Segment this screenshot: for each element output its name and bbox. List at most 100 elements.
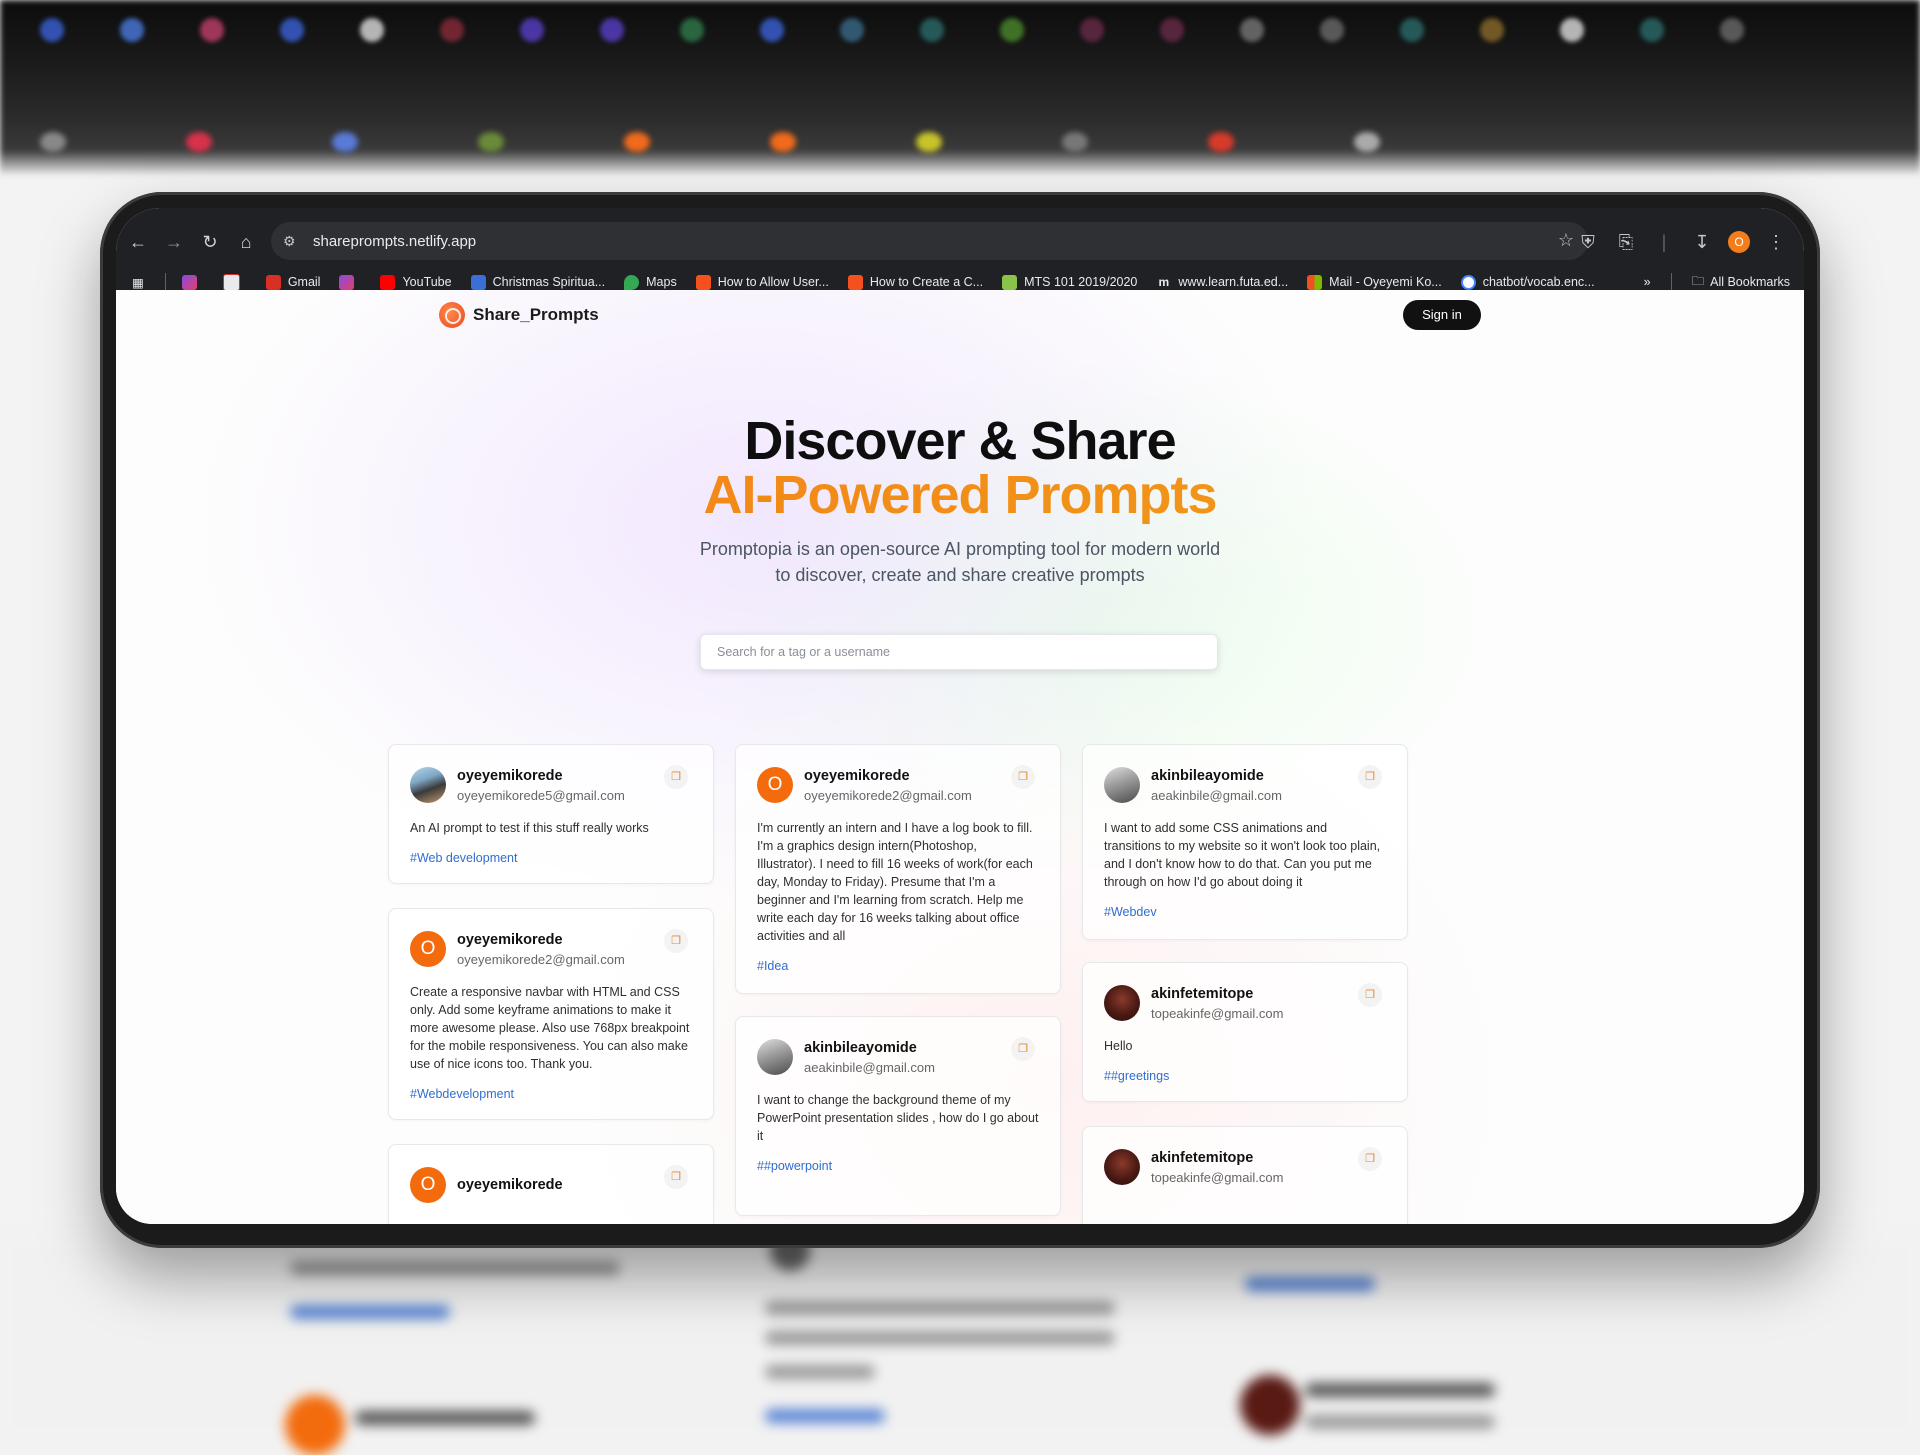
bookmark-chatbot[interactable]: chatbot/vocab.enc...	[1460, 274, 1595, 290]
brand-name: Share_Prompts	[473, 305, 599, 324]
card-prompt-text: Create a responsive navbar with HTML and…	[410, 985, 690, 1071]
avatar	[1104, 1149, 1140, 1185]
copy-icon[interactable]: ❐	[1358, 983, 1382, 1007]
avatar	[1104, 985, 1140, 1021]
card-username[interactable]: oyeyemikorede	[457, 932, 625, 948]
reload-icon[interactable]: ↻	[192, 224, 228, 260]
card-tag[interactable]: #Web development	[410, 851, 692, 865]
card-prompt-text: I want to add some CSS animations and tr…	[1104, 821, 1381, 889]
bookmark-label: www.learn.futa.ed...	[1178, 275, 1289, 289]
sign-in-button[interactable]: Sign in	[1403, 300, 1481, 330]
copy-icon[interactable]: ❐	[1011, 1037, 1035, 1061]
card-username[interactable]: akinbileayomide	[1151, 768, 1282, 784]
prompt-card[interactable]: akinfetemitope topeakinfe@gmail.com ❐ He…	[1082, 962, 1408, 1102]
card-tag[interactable]: ##powerpoint	[757, 1159, 1039, 1173]
prompt-card[interactable]: O oyeyemikorede oyeyemikorede2@gmail.com…	[735, 744, 1061, 994]
bookmark-star-icon[interactable]: ☆	[1558, 230, 1574, 251]
bookmark-futa[interactable]: m www.learn.futa.ed...	[1156, 274, 1289, 290]
card-tag[interactable]: ##greetings	[1104, 1069, 1386, 1083]
bookmarks-divider	[1670, 273, 1672, 291]
bookmark-label: chatbot/vocab.enc...	[1482, 275, 1595, 289]
prompt-card[interactable]: akinbileayomide aeakinbile@gmail.com ❐ I…	[1082, 744, 1408, 940]
copy-icon[interactable]: ❐	[664, 1165, 688, 1189]
card-tag[interactable]: #Webdev	[1104, 905, 1386, 919]
site-logo[interactable]: Share_Prompts	[439, 302, 599, 328]
profile-avatar[interactable]: O	[1728, 231, 1750, 253]
bookmark-label: How to Allow User...	[717, 275, 829, 289]
card-username[interactable]: oyeyemikorede	[457, 768, 625, 784]
card-email: oyeyemikorede2@gmail.com	[457, 951, 625, 967]
bookmark-label: Gmail	[287, 275, 321, 289]
back-icon[interactable]: ←	[120, 224, 156, 260]
apps-grid-icon[interactable]: ▦	[132, 275, 144, 290]
hero-heading-accent: AI-Powered Prompts	[116, 464, 1804, 526]
copy-icon[interactable]: ❐	[1358, 1147, 1382, 1171]
card-username[interactable]: akinfetemitope	[1151, 1150, 1283, 1166]
card-tag[interactable]: #Idea	[757, 959, 1039, 973]
prompt-card[interactable]: O oyeyemikorede oyeyemikorede2@gmail.com…	[388, 908, 714, 1120]
menu-dots-icon[interactable]: ⋮	[1764, 230, 1788, 254]
prompt-card[interactable]: O oyeyemikorede ❐	[388, 1144, 714, 1224]
home-icon[interactable]: ⌂	[228, 224, 264, 260]
toolbar-right: ⛨ ⎘ | ↧ O ⋮	[1576, 222, 1804, 262]
search-input[interactable]	[700, 634, 1218, 670]
copy-icon[interactable]: ❐	[1358, 765, 1382, 789]
bookmark-label: MTS 101 2019/2020	[1024, 275, 1138, 289]
bookmark-extension-icon[interactable]	[181, 274, 204, 290]
toolbar-divider: |	[1661, 232, 1667, 252]
card-prompt-text: I want to change the background theme of…	[757, 1093, 1039, 1143]
card-username[interactable]: akinbileayomide	[804, 1040, 935, 1056]
bookmark-mail[interactable]: Mail - Oyeyemi Ko...	[1307, 274, 1442, 290]
card-header: oyeyemikorede oyeyemikorede5@gmail.com ❐	[410, 765, 692, 803]
youtube-icon	[380, 274, 396, 290]
all-bookmarks-label: All Bookmarks	[1710, 275, 1790, 289]
download-icon[interactable]: ↧	[1690, 230, 1714, 254]
card-tag[interactable]: #Webdevelopment	[410, 1087, 692, 1101]
document-icon	[470, 274, 486, 290]
bookmark-create[interactable]: How to Create a C...	[847, 274, 983, 290]
more-bookmarks-icon[interactable]: »	[1644, 275, 1651, 289]
bookmark-maps[interactable]: Maps	[624, 274, 677, 290]
extensions-icon[interactable]: ⎘	[1614, 230, 1638, 254]
bookmark-todo-icon[interactable]	[222, 273, 247, 291]
copy-icon[interactable]: ❐	[664, 765, 688, 789]
card-header: O oyeyemikorede oyeyemikorede2@gmail.com…	[410, 929, 692, 967]
prompt-card[interactable]: akinfetemitope topeakinfe@gmail.com ❐	[1082, 1126, 1408, 1224]
bookmark-label: Mail - Oyeyemi Ko...	[1329, 275, 1442, 289]
page: Share_Prompts Sign in Discover & Share A…	[116, 290, 1804, 1224]
browser-chrome: ← → ↻ ⌂ ⚙ shareprompts.netlify.app ☆ ⛨ ⎘…	[116, 208, 1804, 291]
device-frame: ← → ↻ ⌂ ⚙ shareprompts.netlify.app ☆ ⛨ ⎘…	[100, 192, 1820, 1248]
bookmark-youtube[interactable]: YouTube	[380, 274, 452, 290]
card-prompt-text: I'm currently an intern and I have a log…	[757, 821, 1033, 943]
address-bar[interactable]: ⚙ shareprompts.netlify.app ☆	[271, 222, 1588, 260]
prompt-card[interactable]: oyeyemikorede oyeyemikorede5@gmail.com ❐…	[388, 744, 714, 884]
forward-icon[interactable]: →	[156, 224, 192, 260]
card-prompt-text: Hello	[1104, 1039, 1133, 1053]
microsoft-icon	[1307, 274, 1323, 290]
browser-toolbar: ← → ↻ ⌂ ⚙ shareprompts.netlify.app ☆ ⛨ ⎘…	[116, 222, 1804, 262]
bookmark-mts[interactable]: MTS 101 2019/2020	[1002, 274, 1138, 290]
bookmark-extension-2-icon[interactable]	[339, 274, 361, 290]
avatar	[410, 767, 446, 803]
card-header: akinfetemitope topeakinfe@gmail.com ❐	[1104, 1147, 1386, 1185]
copy-icon[interactable]: ❐	[664, 929, 688, 953]
image-icon	[1002, 274, 1018, 290]
card-username[interactable]: oyeyemikorede	[457, 1177, 563, 1193]
card-username[interactable]: akinfetemitope	[1151, 986, 1283, 1002]
bookmark-allow-user[interactable]: How to Allow User...	[695, 274, 829, 290]
bookmark-gmail[interactable]: Gmail	[265, 274, 321, 290]
address-url[interactable]: shareprompts.netlify.app	[313, 233, 476, 250]
card-username[interactable]: oyeyemikorede	[804, 768, 972, 784]
shield-icon[interactable]: ⛨	[1576, 230, 1600, 254]
prompt-card[interactable]: akinbileayomide aeakinbile@gmail.com ❐ I…	[735, 1016, 1061, 1216]
card-header: O oyeyemikorede oyeyemikorede2@gmail.com…	[757, 765, 1039, 803]
bookmark-label: YouTube	[402, 275, 452, 289]
card-email: aeakinbile@gmail.com	[1151, 787, 1282, 803]
site-info-icon[interactable]: ⚙	[283, 233, 301, 249]
background-page-blur	[0, 1231, 1920, 1455]
bookmark-christmas[interactable]: Christmas Spiritua...	[470, 274, 605, 290]
hero-heading: Discover & Share	[744, 411, 1176, 471]
copy-icon[interactable]: ❐	[1011, 765, 1035, 789]
card-email: topeakinfe@gmail.com	[1151, 1005, 1284, 1021]
card-prompt-text: An AI prompt to test if this stuff reall…	[410, 821, 649, 835]
